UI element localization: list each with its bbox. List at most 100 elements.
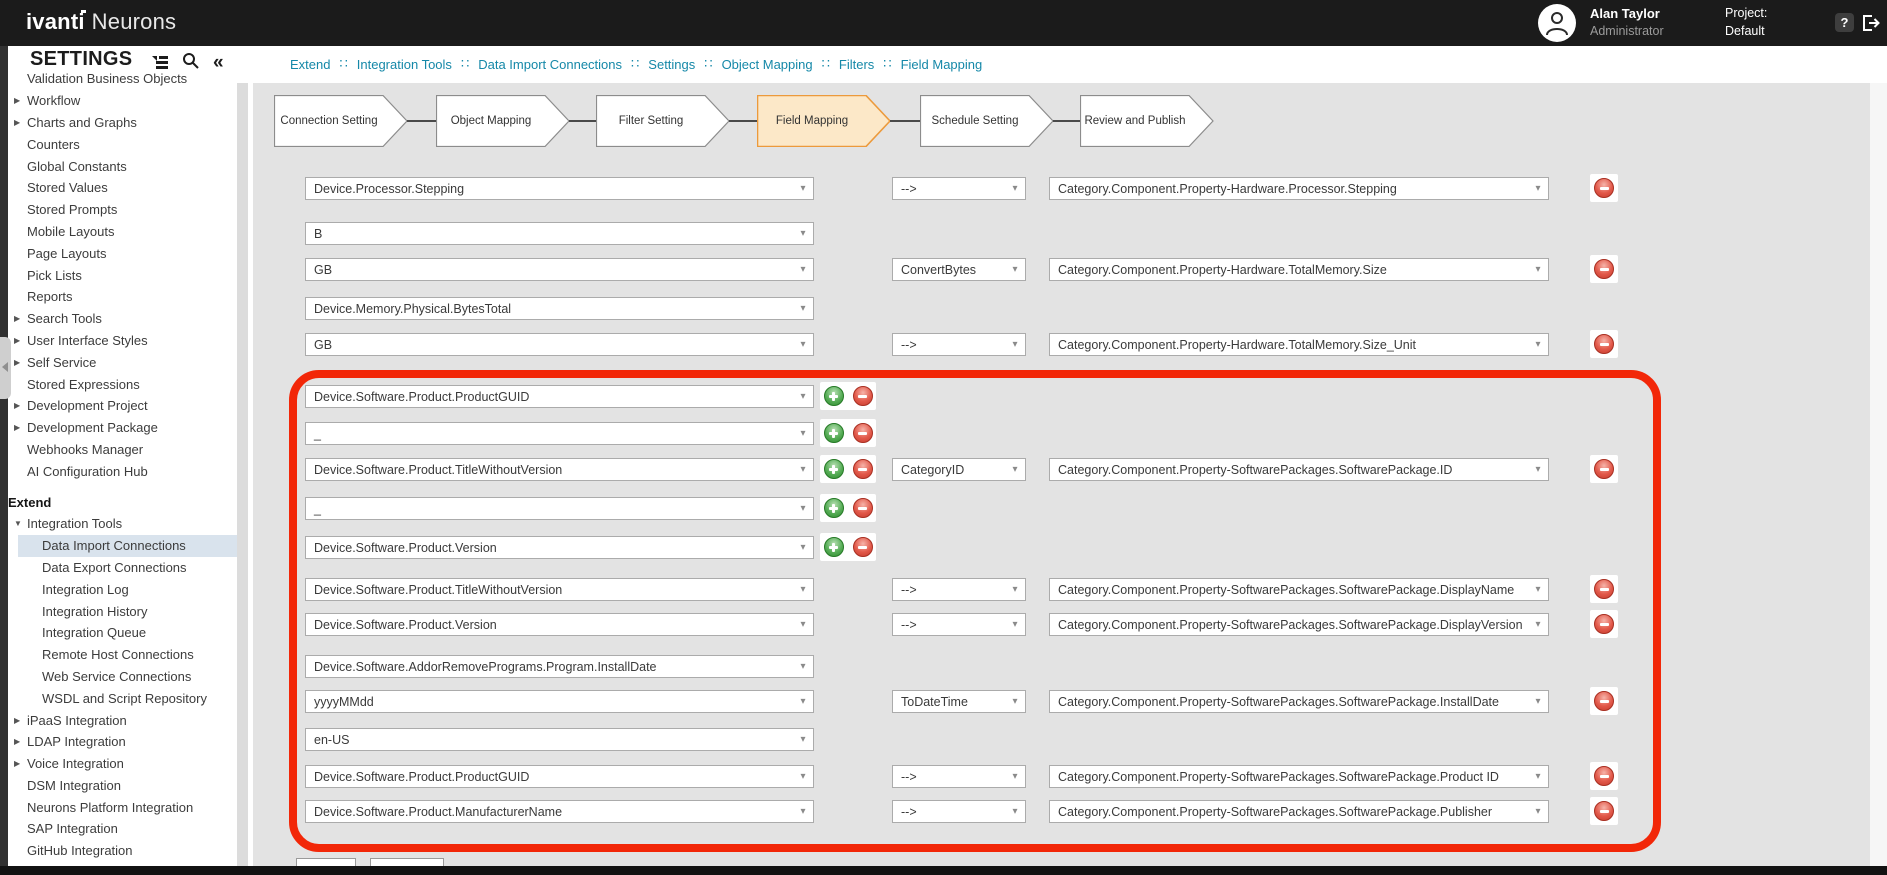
source-field-select[interactable]: Device.Software.Product.Version▾ xyxy=(305,536,814,559)
sidebar-item-ai-configuration-hub[interactable]: AI Configuration Hub xyxy=(0,460,237,482)
function-select[interactable]: ToDateTime▾ xyxy=(892,690,1026,713)
content-scrollbar[interactable] xyxy=(1870,83,1887,866)
chevron-right-icon[interactable]: ▶ xyxy=(14,759,20,768)
sidebar-item-pick-lists[interactable]: Pick Lists xyxy=(0,264,237,286)
function-select[interactable]: CategoryID▾ xyxy=(892,458,1026,481)
left-scrollbar-track[interactable] xyxy=(0,46,8,866)
remove-row-icon[interactable] xyxy=(853,459,873,479)
left-scrollbar-thumb[interactable] xyxy=(0,337,11,399)
breadcrumb-link-field-mapping[interactable]: Field Mapping xyxy=(901,57,983,72)
remove-mapping-icon[interactable] xyxy=(1594,801,1614,821)
remove-mapping-icon[interactable] xyxy=(1594,691,1614,711)
sidebar-item-stored-prompts[interactable]: Stored Prompts xyxy=(0,199,237,221)
target-field-select[interactable]: Category.Component.Property-Hardware.Tot… xyxy=(1049,258,1549,281)
chevron-right-icon[interactable]: ▶ xyxy=(14,737,20,746)
sidebar-item-github-integration[interactable]: GitHub Integration xyxy=(0,840,237,862)
function-select[interactable]: -->▾ xyxy=(892,578,1026,601)
sidebar-scrollbar[interactable] xyxy=(237,72,248,866)
sidebar-item-ipaas-integration[interactable]: ▶iPaaS Integration xyxy=(0,709,237,731)
target-field-select[interactable]: Category.Component.Property-SoftwarePack… xyxy=(1049,800,1549,823)
user-avatar[interactable] xyxy=(1538,4,1576,42)
source-field-select[interactable]: _▾ xyxy=(305,497,814,520)
wizard-step-field-mapping[interactable]: Field Mapping xyxy=(757,95,891,147)
chevron-right-icon[interactable]: ▶ xyxy=(14,96,20,105)
sidebar-item-workflow[interactable]: ▶Workflow xyxy=(0,90,237,112)
sidebar-item-integration-tools[interactable]: ▼Integration Tools xyxy=(0,513,237,535)
source-field-select[interactable]: Device.Software.Product.TitleWithoutVers… xyxy=(305,458,814,481)
source-field-select[interactable]: Device.Software.Product.ProductGUID▾ xyxy=(305,765,814,788)
sidebar-item-validation-business-objects[interactable]: Validation Business Objects xyxy=(0,68,237,90)
source-field-select[interactable]: B▾ xyxy=(305,222,814,245)
chevron-right-icon[interactable]: ▶ xyxy=(14,358,20,367)
chevron-right-icon[interactable]: ▶ xyxy=(14,716,20,725)
project-value[interactable]: Default xyxy=(1725,24,1767,38)
sidebar-item-user-interface-styles[interactable]: ▶User Interface Styles xyxy=(0,330,237,352)
sidebar-item-development-package[interactable]: ▶Development Package xyxy=(0,417,237,439)
sidebar-item-remote-host-connections[interactable]: Remote Host Connections xyxy=(0,644,237,666)
sidebar-item-sap-integration[interactable]: SAP Integration xyxy=(0,818,237,840)
chevron-right-icon[interactable]: ▶ xyxy=(14,314,20,323)
logout-icon[interactable] xyxy=(1860,13,1880,33)
function-select[interactable]: -->▾ xyxy=(892,765,1026,788)
sidebar-item-integration-log[interactable]: Integration Log xyxy=(0,578,237,600)
partial-button-right[interactable] xyxy=(370,858,444,866)
sidebar-item-integration-history[interactable]: Integration History xyxy=(0,600,237,622)
function-select[interactable]: -->▾ xyxy=(892,800,1026,823)
function-select[interactable]: ConvertBytes▾ xyxy=(892,258,1026,281)
target-field-select[interactable]: Category.Component.Property-SoftwarePack… xyxy=(1049,458,1549,481)
sidebar-item-search-tools[interactable]: ▶Search Tools xyxy=(0,308,237,330)
source-field-select[interactable]: Device.Software.Product.ManufacturerName… xyxy=(305,800,814,823)
source-field-select[interactable]: Device.Software.AddorRemovePrograms.Prog… xyxy=(305,655,814,678)
source-field-select[interactable]: Device.Memory.Physical.BytesTotal▾ xyxy=(305,297,814,320)
target-field-select[interactable]: Category.Component.Property-SoftwarePack… xyxy=(1049,765,1549,788)
sidebar-item-stored-expressions[interactable]: Stored Expressions xyxy=(0,373,237,395)
remove-mapping-icon[interactable] xyxy=(1594,579,1614,599)
sidebar-item-stored-values[interactable]: Stored Values xyxy=(0,177,237,199)
add-row-icon[interactable] xyxy=(824,498,844,518)
breadcrumb-link-filters[interactable]: Filters xyxy=(839,57,874,72)
sidebar-item-ldap-integration[interactable]: ▶LDAP Integration xyxy=(0,731,237,753)
chevron-right-icon[interactable]: ▶ xyxy=(14,423,20,432)
breadcrumb-link-settings[interactable]: Settings xyxy=(648,57,695,72)
source-field-select[interactable]: Device.Software.Product.Version▾ xyxy=(305,613,814,636)
source-field-select[interactable]: en-US▾ xyxy=(305,728,814,751)
remove-mapping-icon[interactable] xyxy=(1594,614,1614,634)
wizard-step-schedule-setting[interactable]: Schedule Setting xyxy=(920,95,1054,147)
chevron-right-icon[interactable]: ▶ xyxy=(14,118,20,127)
wizard-step-filter-setting[interactable]: Filter Setting xyxy=(596,95,730,147)
source-field-select[interactable]: yyyyMMdd▾ xyxy=(305,690,814,713)
sidebar-item-development-project[interactable]: ▶Development Project xyxy=(0,395,237,417)
target-field-select[interactable]: Category.Component.Property-Hardware.Tot… xyxy=(1049,333,1549,356)
sidebar-item-webhooks-manager[interactable]: Webhooks Manager xyxy=(0,439,237,461)
source-field-select[interactable]: Device.Software.Product.ProductGUID▾ xyxy=(305,385,814,408)
remove-mapping-icon[interactable] xyxy=(1594,334,1614,354)
target-field-select[interactable]: Category.Component.Property-SoftwarePack… xyxy=(1049,690,1549,713)
breadcrumb-link-data-import-connections[interactable]: Data Import Connections xyxy=(478,57,622,72)
remove-mapping-icon[interactable] xyxy=(1594,259,1614,279)
remove-mapping-icon[interactable] xyxy=(1594,178,1614,198)
sidebar-item-mobile-layouts[interactable]: Mobile Layouts xyxy=(0,221,237,243)
target-field-select[interactable]: Category.Component.Property-Hardware.Pro… xyxy=(1049,177,1549,200)
breadcrumb-link-integration-tools[interactable]: Integration Tools xyxy=(357,57,452,72)
sidebar-item-web-service-connections[interactable]: Web Service Connections xyxy=(0,666,237,688)
remove-mapping-icon[interactable] xyxy=(1594,459,1614,479)
sidebar-item-counters[interactable]: Counters xyxy=(0,133,237,155)
function-select[interactable]: -->▾ xyxy=(892,613,1026,636)
add-row-icon[interactable] xyxy=(824,423,844,443)
sidebar-item-reports[interactable]: Reports xyxy=(0,286,237,308)
chevron-right-icon[interactable]: ▶ xyxy=(14,336,20,345)
sidebar-item-self-service[interactable]: ▶Self Service xyxy=(0,351,237,373)
wizard-step-connection-setting[interactable]: Connection Setting xyxy=(274,95,408,147)
remove-row-icon[interactable] xyxy=(853,537,873,557)
target-field-select[interactable]: Category.Component.Property-SoftwarePack… xyxy=(1049,613,1549,636)
sidebar-item-integration-queue[interactable]: Integration Queue xyxy=(0,622,237,644)
function-select[interactable]: -->▾ xyxy=(892,333,1026,356)
sidebar-item-page-layouts[interactable]: Page Layouts xyxy=(0,242,237,264)
source-field-select[interactable]: Device.Software.Product.TitleWithoutVers… xyxy=(305,578,814,601)
partial-button-left[interactable] xyxy=(296,858,356,866)
source-field-select[interactable]: Device.Processor.Stepping▾ xyxy=(305,177,814,200)
source-field-select[interactable]: _▾ xyxy=(305,422,814,445)
function-select[interactable]: -->▾ xyxy=(892,177,1026,200)
sidebar-item-wsdl-and-script-repository[interactable]: WSDL and Script Repository xyxy=(0,687,237,709)
sidebar-item-extend[interactable]: Extend xyxy=(0,491,237,513)
